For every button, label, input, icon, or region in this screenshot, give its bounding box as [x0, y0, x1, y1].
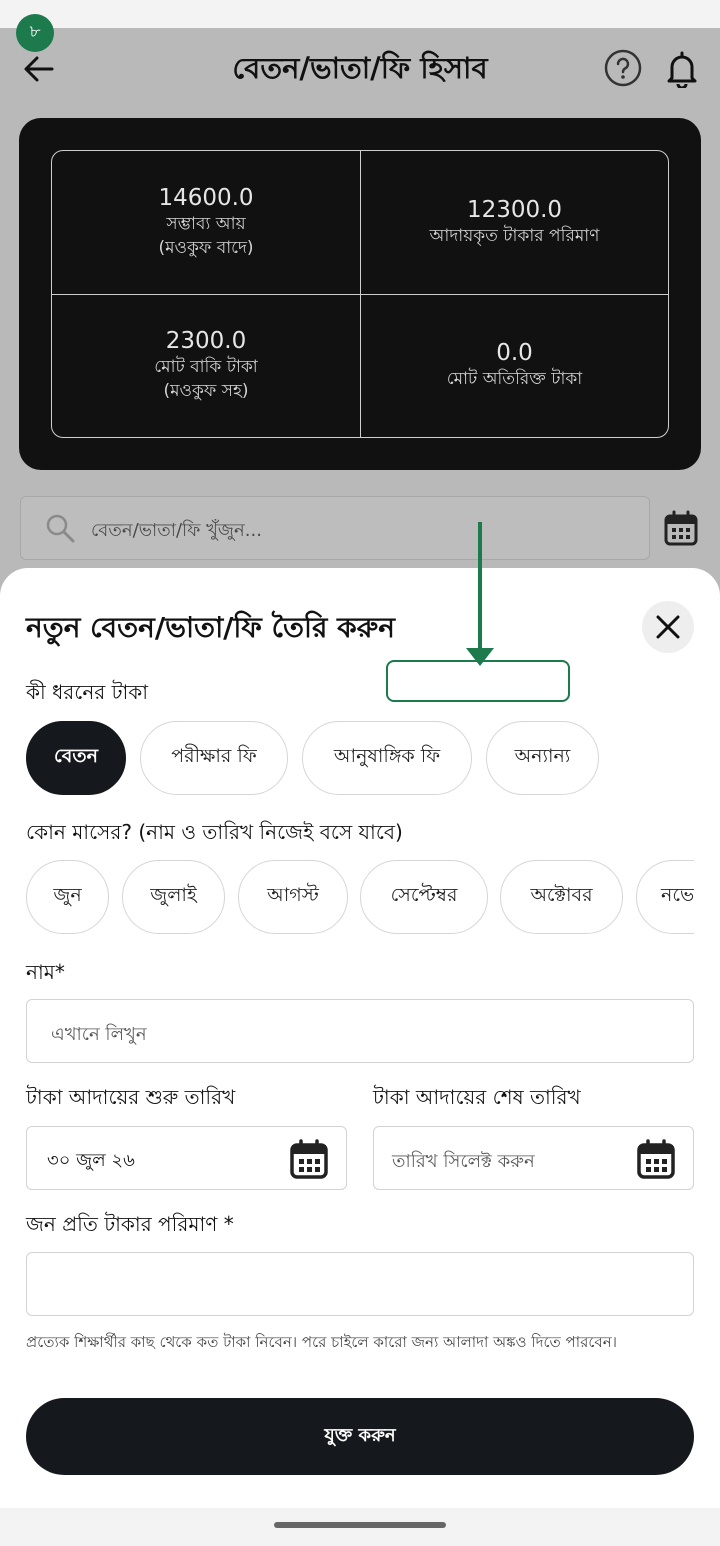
close-button[interactable] [642, 601, 694, 653]
back-arrow-icon[interactable] [22, 52, 56, 86]
month-chip-june[interactable]: জুন [26, 860, 109, 934]
month-chip-row[interactable]: জুন জুলাই আগস্ট সেপ্টেম্বর অক্টোবর নভে [0, 860, 694, 940]
start-date-value: ৩০ জুল ২৬ [47, 1150, 135, 1171]
month-label: কোন মাসের? (নাম ও তারিখ নিজেই বসে যাবে) [26, 820, 403, 844]
create-fee-sheet: নতুন বেতন/ভাতা/ফি তৈরি করুন কী ধরনের টাক… [0, 568, 720, 1508]
calendar-icon[interactable] [664, 510, 698, 546]
end-date-label: টাকা আদায়ের শেষ তারিখ [373, 1085, 581, 1109]
type-chip-misc-fee[interactable]: আনুষাঙ্গিক ফি [302, 721, 472, 795]
page-title: বেতন/ভাতা/ফি হিসাব [232, 51, 488, 85]
name-field[interactable]: এখানে লিখুন [26, 999, 694, 1063]
calendar-icon[interactable] [637, 1139, 675, 1179]
home-indicator[interactable] [274, 1522, 446, 1528]
due-sub: (মওকুফ সহ) [163, 381, 249, 401]
end-date-field[interactable]: তারিখ সিলেক্ট করুন [373, 1126, 694, 1190]
end-date-placeholder: তারিখ সিলেক্ট করুন [392, 1151, 535, 1172]
type-chip-salary[interactable]: বেতন [26, 721, 126, 795]
collected-value: 12300.0 [466, 196, 563, 223]
summary-cell-collected: 12300.0 আদায়কৃত টাকার পরিমাণ [360, 151, 668, 294]
search-placeholder: বেতন/ভাতা/ফি খুঁজুন... [91, 520, 262, 541]
amount-label: জন প্রতি টাকার পরিমাণ * [26, 1212, 234, 1236]
summary-grid: 14600.0 সম্ভাব্য আয় (মওকুফ বাদে) 12300.… [51, 150, 669, 438]
add-button[interactable]: যুক্ত করুন [26, 1398, 694, 1475]
potential-income-label: সম্ভাব্য আয় [166, 213, 246, 234]
tutorial-step-badge: ৮ [16, 14, 54, 52]
navigation-bar [0, 1508, 720, 1546]
summary-cell-potential-income: 14600.0 সম্ভাব্য আয় (মওকুফ বাদে) [52, 151, 360, 294]
extra-label: মোট অতিরিক্ত টাকা [446, 369, 583, 390]
type-chip-other[interactable]: অন্যান্য [486, 721, 599, 795]
start-date-label: টাকা আদায়ের শুরু তারিখ [26, 1085, 236, 1109]
name-placeholder: এখানে লিখুন [51, 1024, 147, 1045]
month-chip-october[interactable]: অক্টোবর [500, 860, 623, 934]
summary-cell-extra: 0.0 মোট অতিরিক্ত টাকা [360, 294, 668, 437]
summary-cell-due: 2300.0 মোট বাকি টাকা (মওকুফ সহ) [52, 294, 360, 437]
help-icon[interactable] [604, 49, 642, 87]
tutorial-pointer-line [478, 522, 482, 652]
type-chip-exam-fee[interactable]: পরীক্ষার ফি [140, 721, 288, 795]
sheet-title: নতুন বেতন/ভাতা/ফি তৈরি করুন [26, 611, 395, 644]
summary-card: 14600.0 সম্ভাব্য আয় (মওকুফ বাদে) 12300.… [19, 118, 701, 470]
potential-income-value: 14600.0 [158, 184, 254, 211]
type-label: কী ধরনের টাকা [26, 680, 149, 704]
close-icon [656, 615, 680, 639]
bell-icon[interactable] [664, 50, 700, 88]
month-chip-july[interactable]: জুলাই [122, 860, 225, 934]
month-chip-september[interactable]: সেপ্টেম্বর [360, 860, 488, 934]
search-input[interactable]: বেতন/ভাতা/ফি খুঁজুন... [20, 496, 650, 560]
month-chip-november[interactable]: নভে [636, 860, 694, 934]
name-label: নাম* [26, 960, 65, 984]
month-chip-august[interactable]: আগস্ট [238, 860, 348, 934]
start-date-field[interactable]: ৩০ জুল ২৬ [26, 1126, 347, 1190]
collected-label: আদায়কৃত টাকার পরিমাণ [429, 225, 600, 246]
potential-income-sub: (মওকুফ বাদে) [158, 237, 254, 258]
due-label: মোট বাকি টাকা [154, 357, 258, 378]
amount-field[interactable] [26, 1252, 694, 1316]
status-bar [0, 0, 720, 28]
tutorial-highlight-box [386, 660, 570, 702]
due-value: 2300.0 [165, 328, 247, 355]
search-icon [46, 514, 75, 543]
calendar-icon[interactable] [290, 1139, 328, 1179]
extra-value: 0.0 [496, 340, 533, 367]
amount-hint: প্রত্যেক শিক্ষার্থীর কাছ থেকে কত টাকা নি… [26, 1333, 618, 1351]
